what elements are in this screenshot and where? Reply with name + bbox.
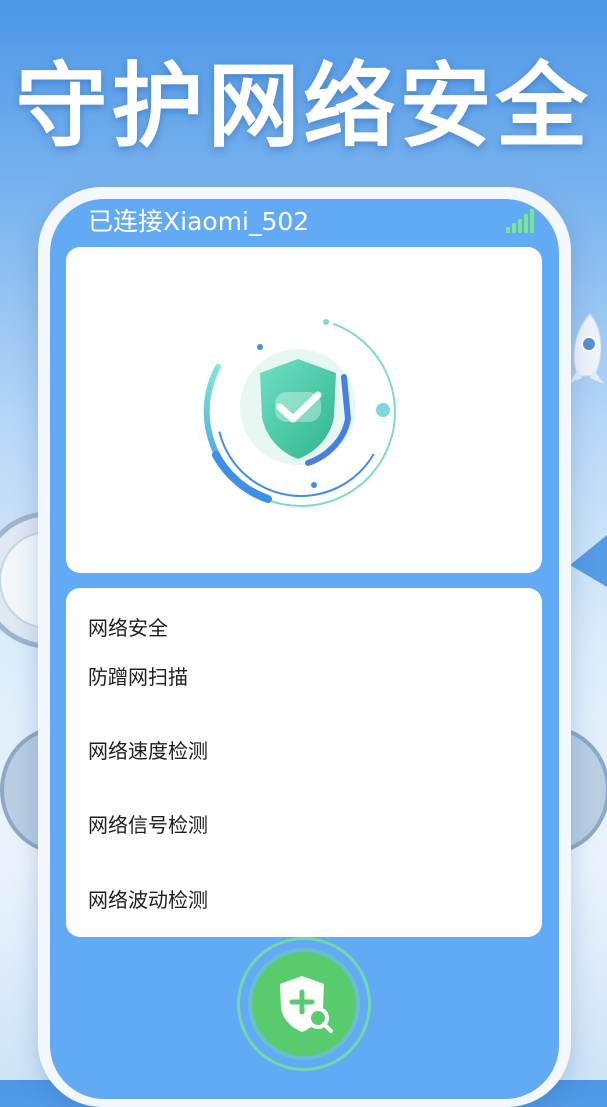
menu-item-anti-leech-scan[interactable]: 防蹭网扫描 bbox=[88, 660, 508, 694]
menu-title: 网络安全 bbox=[88, 616, 168, 640]
wifi-signal-icon bbox=[506, 209, 534, 233]
connection-status: 已连接Xiaomi_502 bbox=[88, 207, 310, 236]
shield-plus-search-icon bbox=[280, 976, 333, 1033]
arrow-decoration bbox=[570, 535, 607, 587]
disc-decoration-left bbox=[0, 729, 40, 851]
menu-item-signal-test[interactable]: 网络信号检测 bbox=[88, 808, 508, 842]
disc-decoration-right bbox=[570, 729, 607, 851]
phone-frame: 已连接Xiaomi_502 网络安全 防蹭网扫描 网络速度检测 网络信号检测 网… bbox=[38, 187, 571, 1107]
scan-button-core[interactable] bbox=[252, 952, 356, 1056]
menu-item-fluctuation-test[interactable]: 网络波动检测 bbox=[88, 883, 508, 917]
phone-screen: 已连接Xiaomi_502 网络安全 防蹭网扫描 网络速度检测 网络信号检测 网… bbox=[50, 199, 559, 1099]
protection-status-card bbox=[66, 247, 542, 573]
shield-check-icon bbox=[203, 317, 396, 507]
network-security-menu: 网络安全 防蹭网扫描 网络速度检测 网络信号检测 网络波动检测 bbox=[66, 588, 542, 937]
menu-item-speed-test[interactable]: 网络速度检测 bbox=[88, 734, 508, 768]
gauge-decoration bbox=[0, 511, 40, 649]
security-scan-button[interactable] bbox=[237, 937, 371, 1071]
page-headline: 守护网络安全 bbox=[15, 53, 592, 160]
